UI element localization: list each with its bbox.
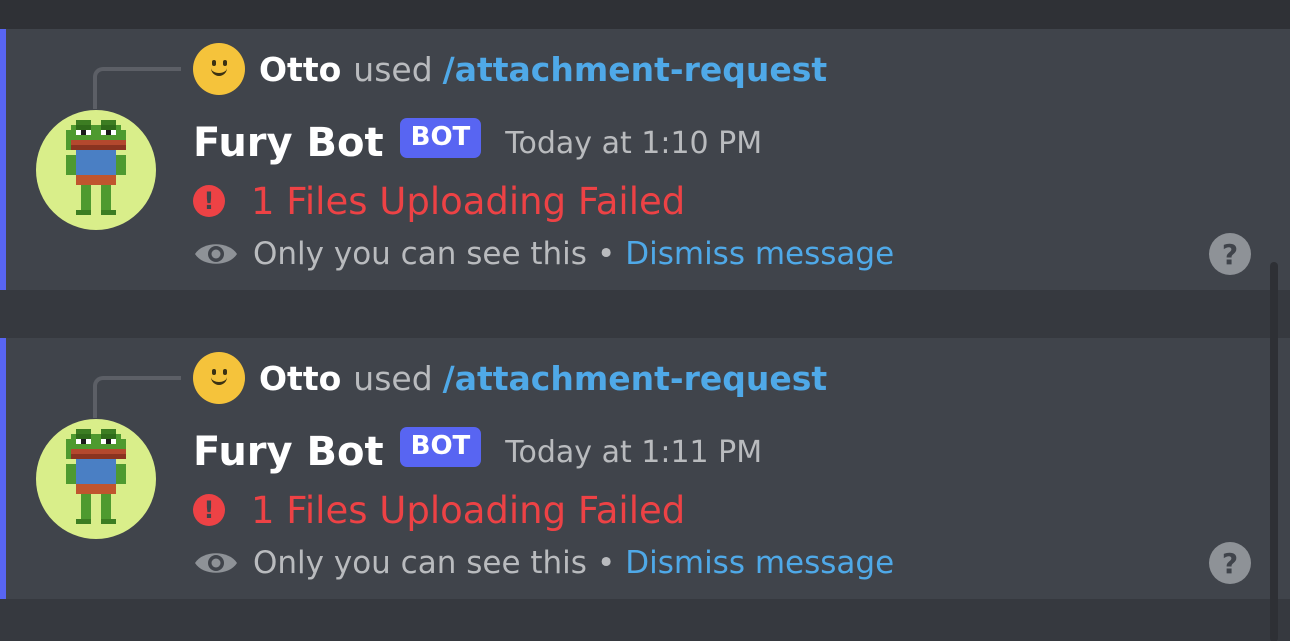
- message-header: Fury Bot BOT Today at 1:10 PM: [193, 115, 762, 171]
- message-header: Fury Bot BOT Today at 1:11 PM: [193, 424, 762, 480]
- highlight-bar: [0, 338, 6, 599]
- help-icon[interactable]: ?: [1209, 233, 1251, 275]
- error-icon: !: [193, 494, 225, 526]
- error-icon: !: [193, 185, 225, 217]
- ephemeral-notice-row: Only you can see this • Dismiss message: [193, 538, 894, 588]
- ephemeral-message: Otto used /attachment-request Fury Bot B…: [0, 338, 1290, 599]
- error-message-row: ! 1 Files Uploading Failed: [193, 175, 685, 227]
- ephemeral-message: Otto used /attachment-request Fury Bot B…: [0, 29, 1290, 290]
- pixel-frog-avatar-icon[interactable]: [36, 110, 156, 230]
- reference-used-text: used: [353, 358, 433, 398]
- ephemeral-notice-text: Only you can see this: [253, 545, 587, 581]
- help-icon[interactable]: ?: [1209, 542, 1251, 584]
- slash-command-link[interactable]: /attachment-request: [443, 50, 828, 89]
- ephemeral-notice-text: Only you can see this: [253, 236, 587, 272]
- reply-connector-line: [93, 67, 181, 109]
- author-name[interactable]: Fury Bot: [193, 120, 384, 166]
- message-timestamp[interactable]: Today at 1:11 PM: [505, 435, 762, 470]
- dismiss-message-link[interactable]: Dismiss message: [625, 236, 894, 272]
- smiley-face-icon[interactable]: [193, 352, 245, 404]
- slash-command-link[interactable]: /attachment-request: [443, 359, 828, 398]
- separator-dot: •: [596, 545, 616, 581]
- command-reference[interactable]: Otto used /attachment-request: [193, 351, 827, 405]
- separator-dot: •: [596, 236, 616, 272]
- chat-view: Otto used /attachment-request Fury Bot B…: [0, 0, 1290, 641]
- reference-username[interactable]: Otto: [259, 50, 341, 89]
- error-text: 1 Files Uploading Failed: [251, 488, 686, 532]
- reference-used-text: used: [353, 49, 433, 89]
- scrollbar[interactable]: [1270, 262, 1278, 641]
- ephemeral-notice-row: Only you can see this • Dismiss message: [193, 229, 894, 279]
- pixel-frog-avatar-icon[interactable]: [36, 419, 156, 539]
- message-timestamp[interactable]: Today at 1:10 PM: [505, 126, 762, 161]
- highlight-bar: [0, 29, 6, 290]
- error-text: 1 Files Uploading Failed: [251, 179, 686, 223]
- reference-username[interactable]: Otto: [259, 359, 341, 398]
- smiley-face-icon[interactable]: [193, 43, 245, 95]
- bot-tag: BOT: [399, 118, 482, 158]
- previous-message-area: [0, 0, 1290, 29]
- bot-tag: BOT: [399, 427, 482, 467]
- eye-icon: [195, 553, 237, 573]
- dismiss-message-link[interactable]: Dismiss message: [625, 545, 894, 581]
- eye-icon: [195, 244, 237, 264]
- error-message-row: ! 1 Files Uploading Failed: [193, 484, 685, 536]
- reply-connector-line: [93, 376, 181, 418]
- command-reference[interactable]: Otto used /attachment-request: [193, 42, 827, 96]
- author-name[interactable]: Fury Bot: [193, 429, 384, 475]
